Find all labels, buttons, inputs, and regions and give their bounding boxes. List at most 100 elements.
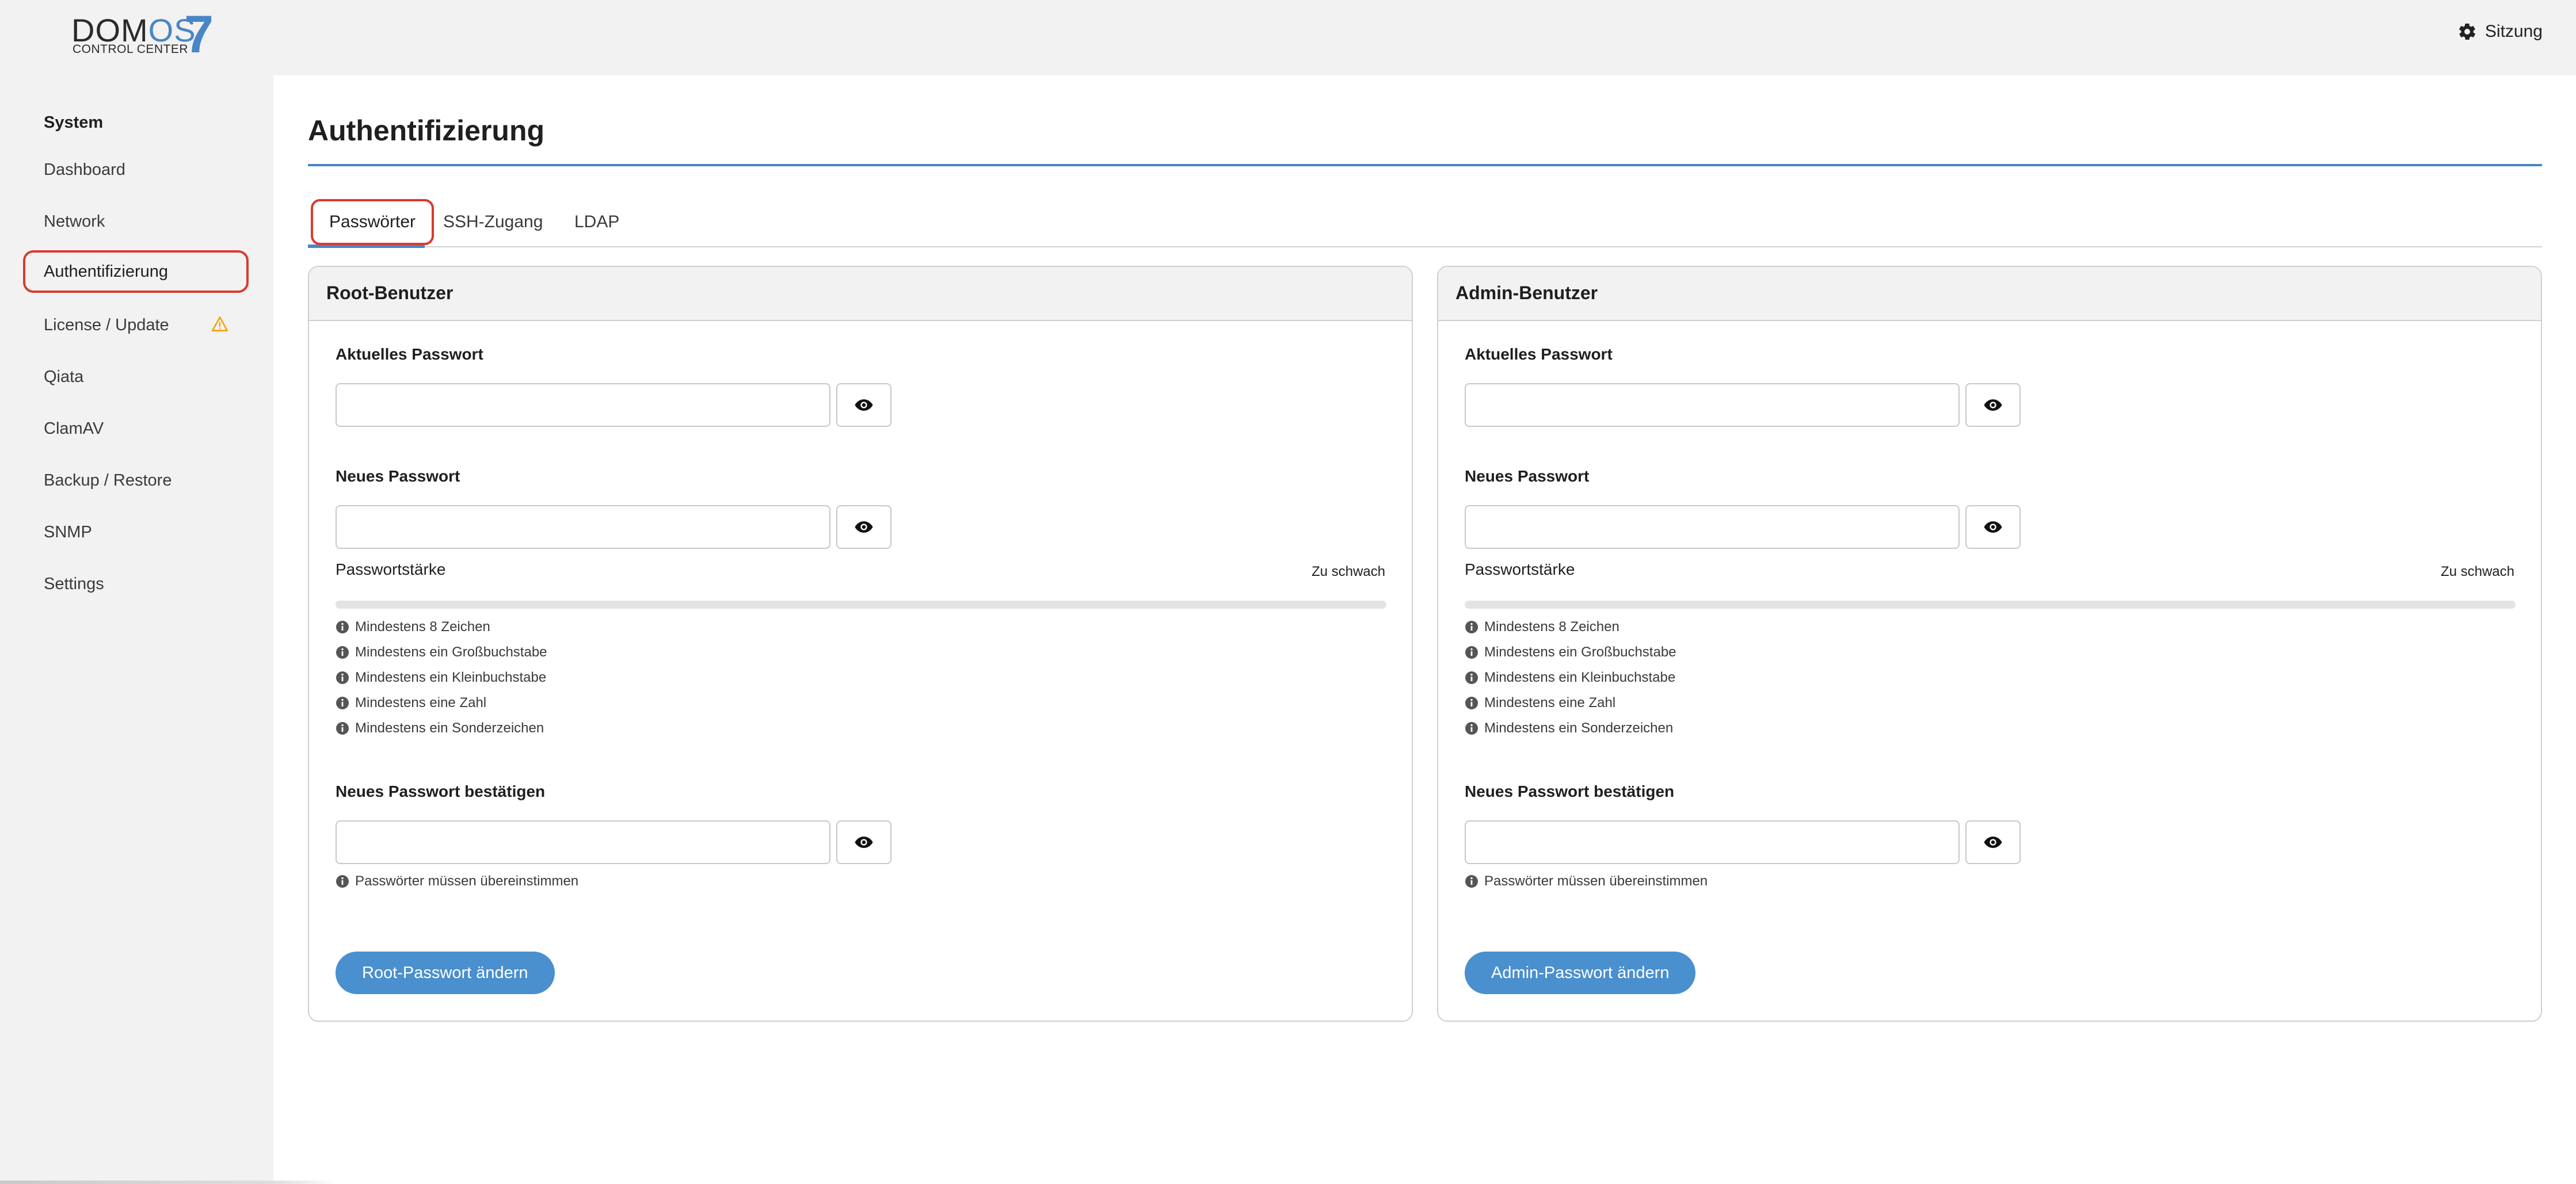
password-strength-value: Zu schwach xyxy=(2440,564,2514,579)
sidebar-item-qiata[interactable]: Qiata xyxy=(23,356,249,398)
requirement-item: Mindestens eine Zahl xyxy=(336,695,486,711)
tab-passwoerter[interactable]: Passwörter xyxy=(311,199,435,245)
sidebar-item-dashboard[interactable]: Dashboard xyxy=(23,148,249,191)
requirement-item: Mindestens ein Kleinbuchstabe xyxy=(1465,670,1675,686)
info-icon xyxy=(336,646,349,659)
requirement-text: Mindestens ein Kleinbuchstabe xyxy=(1484,670,1676,685)
info-icon xyxy=(1465,697,1478,709)
title-divider xyxy=(308,164,2542,166)
admin-user-card: Admin-Benutzer Aktuelles Passwort Neues … xyxy=(1437,266,2542,1022)
warning-icon xyxy=(212,316,228,331)
eye-icon xyxy=(855,399,873,411)
password-strength-bar xyxy=(1465,601,2516,609)
toggle-confirm-password-visibility-button[interactable] xyxy=(1965,820,2021,864)
current-password-label: Aktuelles Passwort xyxy=(1465,345,1613,363)
password-strength-bar xyxy=(336,601,1386,609)
requirement-item: Mindestens 8 Zeichen xyxy=(336,619,490,635)
requirement-item: Mindestens ein Sonderzeichen xyxy=(336,720,544,736)
info-icon xyxy=(336,671,349,684)
sidebar-item-backup-restore[interactable]: Backup / Restore xyxy=(23,459,249,502)
domos-logo[interactable]: DOMOS 7 CONTROL CENTER xyxy=(71,6,221,63)
current-password-label: Aktuelles Passwort xyxy=(336,345,483,363)
sidebar-item-label: SNMP xyxy=(44,522,92,541)
requirement-text: Mindestens eine Zahl xyxy=(355,695,487,711)
info-icon xyxy=(1465,722,1478,735)
info-icon xyxy=(336,722,349,735)
sidebar-item-license-update[interactable]: License / Update xyxy=(23,304,249,346)
sidebar-item-network[interactable]: Network xyxy=(23,200,249,243)
toggle-current-password-visibility-button[interactable] xyxy=(1965,383,2021,427)
confirm-password-label: Neues Passwort bestätigen xyxy=(1465,782,1675,800)
confirm-password-input[interactable] xyxy=(1465,820,1960,864)
requirement-item: Mindestens ein Kleinbuchstabe xyxy=(336,670,546,686)
requirement-text: Mindestens ein Sonderzeichen xyxy=(355,720,544,736)
new-password-label: Neues Passwort xyxy=(336,467,460,485)
sidebar-item-label: License / Update xyxy=(44,315,169,334)
tabs-divider xyxy=(308,246,2542,247)
requirement-text: Mindestens ein Großbuchstabe xyxy=(355,644,547,660)
sidebar-section-title: System xyxy=(44,113,104,132)
info-icon xyxy=(1465,875,1478,888)
root-user-card: Root-Benutzer Aktuelles Passwort Neues P… xyxy=(308,266,1413,1022)
confirm-password-input[interactable] xyxy=(336,820,830,864)
toggle-confirm-password-visibility-button[interactable] xyxy=(836,820,891,864)
sidebar-item-label: Network xyxy=(44,212,105,231)
card-title: Root-Benutzer xyxy=(326,282,454,303)
current-password-input[interactable] xyxy=(1465,383,1960,427)
card-title: Admin-Benutzer xyxy=(1455,282,1598,303)
info-icon xyxy=(336,697,349,709)
sidebar: System Dashboard Network Authentifizieru… xyxy=(0,75,273,1184)
toggle-new-password-visibility-button[interactable] xyxy=(1965,505,2021,549)
horizontal-scrollbar[interactable] xyxy=(0,1181,340,1184)
password-strength-value: Zu schwach xyxy=(1311,564,1385,579)
gear-icon xyxy=(2459,23,2475,40)
sidebar-item-label: ClamAV xyxy=(44,419,104,438)
requirement-text: Mindestens eine Zahl xyxy=(1484,695,1616,711)
sidebar-item-label: Qiata xyxy=(44,367,84,386)
tab-ldap[interactable]: LDAP xyxy=(558,199,635,245)
sidebar-item-snmp[interactable]: SNMP xyxy=(23,511,249,553)
tab-ssh-zugang[interactable]: SSH-Zugang xyxy=(427,199,559,245)
tab-label: Passwörter xyxy=(329,212,416,231)
requirement-text: Mindestens ein Großbuchstabe xyxy=(1484,644,1676,660)
sidebar-item-settings[interactable]: Settings xyxy=(23,563,249,605)
hint-text: Passwörter müssen übereinstimmen xyxy=(1484,873,1708,889)
info-icon xyxy=(1465,621,1478,633)
sidebar-item-authentifizierung[interactable]: Authentifizierung xyxy=(23,250,249,293)
session-menu[interactable]: Sitzung xyxy=(2457,22,2543,41)
requirement-text: Mindestens ein Kleinbuchstabe xyxy=(355,670,547,685)
sidebar-item-label: Authentifizierung xyxy=(44,262,169,281)
new-password-label: Neues Passwort xyxy=(1465,467,1590,485)
sidebar-item-label: Dashboard xyxy=(44,160,125,179)
requirement-text: Mindestens ein Sonderzeichen xyxy=(1484,720,1674,736)
sidebar-item-label: Settings xyxy=(44,574,104,593)
change-password-button[interactable]: Admin-Passwort ändern xyxy=(1465,952,1696,994)
tab-label: SSH-Zugang xyxy=(443,212,543,231)
card-header: Root-Benutzer xyxy=(309,267,1412,321)
new-password-input[interactable] xyxy=(1465,505,1960,549)
page-title: Authentifizierung xyxy=(308,114,545,147)
password-match-hint: Passwörter müssen übereinstimmen xyxy=(336,873,578,889)
eye-icon xyxy=(1984,521,2002,533)
new-password-input[interactable] xyxy=(336,505,830,549)
password-strength-label: Passwortstärke xyxy=(1465,560,1575,578)
eye-icon xyxy=(855,521,873,533)
password-match-hint: Passwörter müssen übereinstimmen xyxy=(1465,873,1708,889)
sidebar-item-clamav[interactable]: ClamAV xyxy=(23,407,249,450)
confirm-password-label: Neues Passwort bestätigen xyxy=(336,782,546,800)
info-icon xyxy=(336,621,349,633)
toggle-current-password-visibility-button[interactable] xyxy=(836,383,891,427)
change-password-button[interactable]: Root-Passwort ändern xyxy=(336,952,555,994)
tab-label: LDAP xyxy=(574,212,620,231)
top-bar: DOMOS 7 CONTROL CENTER Sitzung xyxy=(0,0,2576,75)
requirement-text: Mindestens 8 Zeichen xyxy=(355,619,490,635)
hint-text: Passwörter müssen übereinstimmen xyxy=(355,873,579,889)
password-strength-label: Passwortstärke xyxy=(336,560,446,578)
requirement-item: Mindestens ein Großbuchstabe xyxy=(336,644,547,660)
session-label: Sitzung xyxy=(2484,22,2543,41)
current-password-input[interactable] xyxy=(336,383,830,427)
requirement-item: Mindestens eine Zahl xyxy=(1465,695,1615,711)
toggle-new-password-visibility-button[interactable] xyxy=(836,505,891,549)
requirement-item: Mindestens ein Sonderzeichen xyxy=(1465,720,1673,736)
eye-icon xyxy=(1984,837,2002,848)
